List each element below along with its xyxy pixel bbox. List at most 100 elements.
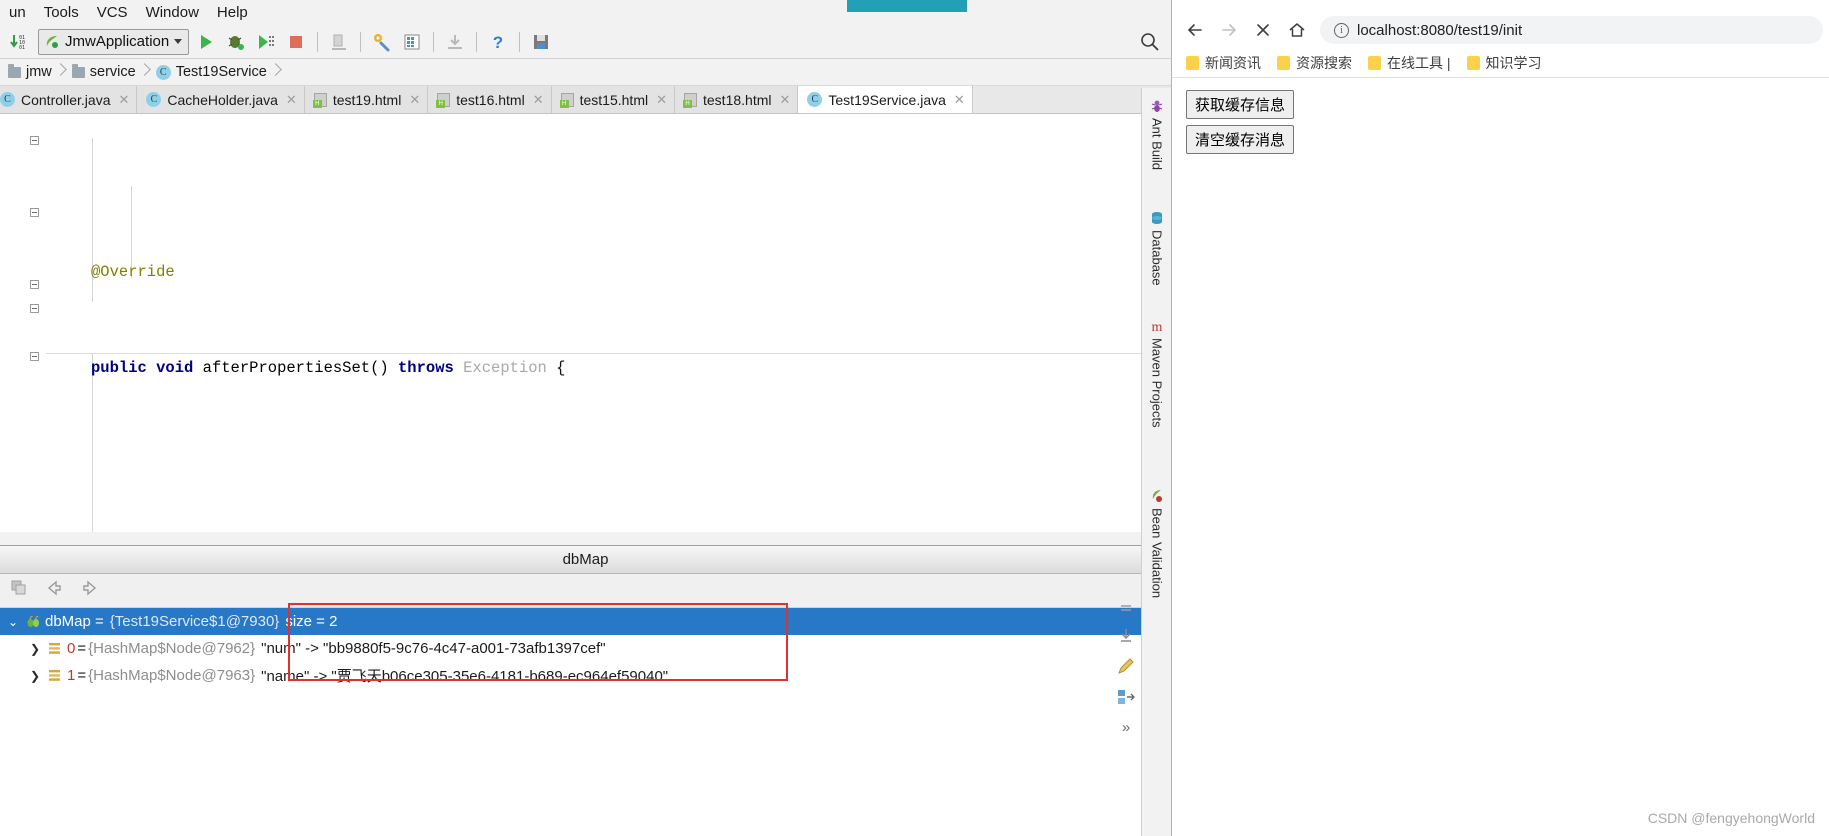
close-icon[interactable]: ✕ <box>407 92 420 108</box>
address-bar[interactable]: i localhost:8080/test19/init <box>1320 16 1823 44</box>
chevron-down-icon[interactable]: ⌄ <box>6 615 20 629</box>
entry-index: 0 <box>67 640 76 657</box>
home-icon[interactable] <box>1280 15 1314 45</box>
fold-marker-icon[interactable] <box>30 136 39 145</box>
bookmark-label: 知识学习 <box>1485 54 1542 71</box>
browser-nav-bar: i localhost:8080/test19/init <box>1172 12 1829 48</box>
code-editor[interactable]: @Override public void afterPropertiesSet… <box>0 114 1171 532</box>
pencil-icon[interactable] <box>1113 654 1139 680</box>
folder-icon <box>1186 55 1199 70</box>
code-line-2: public void afterPropertiesSet() throws … <box>91 359 566 377</box>
close-icon[interactable]: ✕ <box>777 92 790 108</box>
bookmark-knowledge[interactable]: 知识学习 <box>1466 53 1542 73</box>
run-icon[interactable] <box>193 29 219 55</box>
breadcrumb-item-service[interactable]: service <box>66 59 140 85</box>
copy-value-icon[interactable] <box>10 579 28 602</box>
bookmark-news[interactable]: 新闻资讯 <box>1186 53 1261 73</box>
compile-icon[interactable]: 01 10 01 <box>6 29 32 55</box>
editor-gutter[interactable] <box>0 114 46 532</box>
tab-test16-html[interactable]: H test16.html ✕ <box>428 86 552 113</box>
help-icon[interactable]: ? <box>485 29 511 55</box>
tree-row[interactable]: ❯ 1 = {HashMap$Node@7963} "name" -> "贾飞天… <box>0 662 1171 689</box>
tool-window-database[interactable]: Database <box>1142 210 1171 286</box>
menu-item-run[interactable]: un <box>0 2 35 23</box>
code-line-1: @Override <box>91 263 175 281</box>
breadcrumb-item-jmw[interactable]: jmw <box>2 59 56 85</box>
close-icon[interactable]: ✕ <box>531 92 544 108</box>
tab-label: CacheHolder.java <box>167 91 278 108</box>
run-with-coverage-icon[interactable] <box>253 29 279 55</box>
tree-row[interactable]: ❯ 0 = {HashMap$Node@7962} "num" -> "bb98… <box>0 635 1171 662</box>
fold-marker-icon[interactable] <box>30 304 39 313</box>
close-icon[interactable]: ✕ <box>654 92 667 108</box>
update-icon[interactable] <box>442 29 468 55</box>
ant-icon <box>1149 98 1165 114</box>
tab-test19-html[interactable]: H test19.html ✕ <box>304 86 429 113</box>
close-icon[interactable]: ✕ <box>117 92 130 108</box>
get-cache-info-button[interactable]: 获取缓存信息 <box>1186 90 1295 119</box>
tool-window-ant-build[interactable]: Ant Build <box>1142 98 1171 170</box>
svg-text:m: m <box>1152 320 1163 334</box>
chevron-right-icon[interactable]: ❯ <box>28 642 42 656</box>
close-icon[interactable] <box>1246 15 1280 45</box>
close-icon[interactable]: ✕ <box>952 92 965 108</box>
bookmark-online-tools[interactable]: 在线工具 | <box>1368 53 1451 73</box>
menu-item-vcs[interactable]: VCS <box>88 2 137 23</box>
variable-size: size = 2 <box>285 613 338 630</box>
toolbar-divider-5 <box>519 31 521 52</box>
tab-test19service-java[interactable]: C Test19Service.java ✕ <box>798 86 973 113</box>
forward-arrow-icon[interactable] <box>1212 15 1246 45</box>
tab-label: Controller.java <box>21 91 111 108</box>
exit-icon[interactable] <box>326 29 352 55</box>
tool-window-bean-validation[interactable]: Bean Validation <box>1142 488 1171 599</box>
run-configuration-label: JmwApplication <box>65 33 170 50</box>
chevron-down-icon[interactable] <box>174 39 183 44</box>
tab-cacheholder-java[interactable]: C CacheHolder.java ✕ <box>137 86 305 113</box>
screen: un Tools VCS Window Help 01 10 01 JmwApp… <box>0 0 1829 836</box>
watermark: CSDN @fengyehongWorld <box>1647 810 1815 826</box>
back-arrow-icon[interactable] <box>44 579 64 602</box>
search-icon[interactable] <box>1139 31 1161 58</box>
tree-row[interactable]: ⌄ dbMap = {Test19Service$1@7930} size = … <box>0 608 1171 635</box>
download-icon[interactable] <box>1113 622 1139 648</box>
variables-tree[interactable]: ⌄ dbMap = {Test19Service$1@7930} size = … <box>0 603 1171 836</box>
ide-window: un Tools VCS Window Help 01 10 01 JmwApp… <box>0 0 1172 836</box>
menu-item-window[interactable]: Window <box>137 2 208 23</box>
info-circle-icon[interactable]: i <box>1334 22 1349 38</box>
entry-icon <box>48 669 61 682</box>
stop-icon[interactable] <box>283 29 309 55</box>
debug-icon[interactable] <box>223 29 249 55</box>
menu-item-help[interactable]: Help <box>208 2 257 23</box>
settings-gear-icon[interactable] <box>1113 596 1139 622</box>
fold-marker-icon[interactable] <box>30 280 39 289</box>
tool-window-label: Maven Projects <box>1149 338 1165 428</box>
browser-active-tab[interactable] <box>847 0 967 12</box>
browser-window: i localhost:8080/test19/init 新闻资讯 资源搜索 在… <box>847 0 1829 836</box>
chevron-right-icon[interactable]: ❯ <box>28 669 42 683</box>
run-configuration-selector[interactable]: JmwApplication <box>38 28 190 55</box>
save-all-icon[interactable] <box>528 29 554 55</box>
layout-icon[interactable] <box>1113 684 1139 710</box>
forward-arrow-icon[interactable] <box>80 579 100 602</box>
tool-window-label: Bean Validation <box>1149 508 1165 599</box>
more-chevron-icon[interactable]: » <box>1113 714 1139 740</box>
java-class-icon: C <box>146 92 162 107</box>
bookmark-resources[interactable]: 资源搜索 <box>1277 53 1352 73</box>
breadcrumb-item-test19service[interactable]: C Test19Service <box>150 59 271 85</box>
tab-test18-html[interactable]: H test18.html ✕ <box>675 86 799 113</box>
tab-label: Test19Service.java <box>828 91 946 108</box>
tab-test15-html[interactable]: H test15.html ✕ <box>551 86 675 113</box>
close-icon[interactable]: ✕ <box>284 92 297 108</box>
folder-icon <box>71 63 85 78</box>
back-arrow-icon[interactable] <box>1178 15 1212 45</box>
tool-window-maven-projects[interactable]: m Maven Projects <box>1142 318 1171 428</box>
clear-cache-message-button[interactable]: 清空缓存消息 <box>1186 125 1295 154</box>
settings-icon[interactable] <box>369 29 395 55</box>
fold-marker-icon[interactable] <box>30 352 39 361</box>
code-text[interactable]: @Override public void afterPropertiesSet… <box>46 114 1171 532</box>
structure-icon[interactable] <box>399 29 425 55</box>
entry-eq: = <box>77 640 87 657</box>
fold-marker-icon[interactable] <box>30 208 39 217</box>
menu-item-tools[interactable]: Tools <box>35 2 88 23</box>
tab-controller-java[interactable]: C Controller.java ✕ <box>0 86 138 113</box>
